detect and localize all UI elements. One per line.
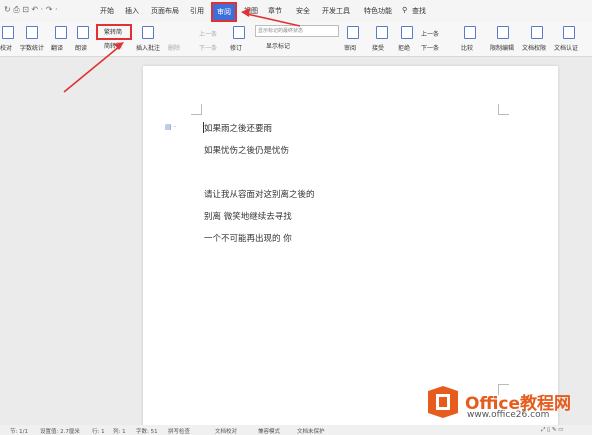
status-word-count[interactable]: 字数: 51 [136,427,158,435]
spell-check-button[interactable]: 拼写检查 [168,427,190,435]
document-proofread-button[interactable]: 文档校对 [215,427,237,435]
arrow-to-convert [63,45,121,93]
office-logo-icon [428,386,458,418]
view-mode-icons[interactable]: ⤢ ▯ ✎ ▭ [541,427,563,434]
watermark-url: www.office26.com [467,410,550,420]
arrow-to-review-tab [246,13,301,27]
status-line: 行: 1 [92,429,105,435]
status-bar: 节: 1/1 设置值: 2.7厘米 行: 1 列: 1 字数: 51 拼写检查 … [0,425,592,435]
status-position: 设置值: 2.7厘米 [40,429,80,435]
annotation-arrows [63,8,301,93]
compatibility-mode: 兼容模式 [258,429,281,435]
status-section: 节: 1/1 [10,429,28,435]
arrow-head-review-tab [241,8,250,17]
document-protection-status[interactable]: 文档未保护 [297,427,325,435]
status-column: 列: 1 [113,429,126,435]
